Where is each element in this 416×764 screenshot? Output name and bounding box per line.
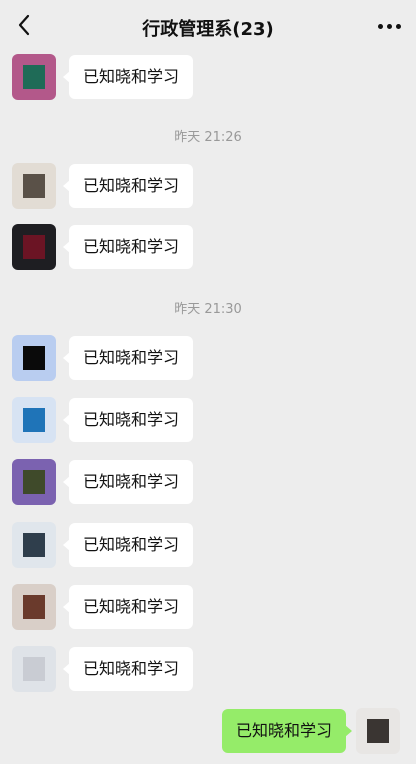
message-row: 已知晓和学习 <box>0 522 416 568</box>
message-row: 已知晓和学习 <box>0 335 416 381</box>
message-bubble[interactable]: 已知晓和学习 <box>62 398 194 442</box>
more-horizontal-icon <box>377 23 383 29</box>
message-row: 已知晓和学习 <box>0 708 416 754</box>
avatar[interactable] <box>12 224 56 270</box>
message-bubble[interactable]: 已知晓和学习 <box>62 523 194 567</box>
message-bubble[interactable]: 已知晓和学习 <box>62 55 194 99</box>
message-bubble[interactable]: 已知晓和学习 <box>62 336 194 380</box>
avatar[interactable] <box>12 646 56 692</box>
message-bubble[interactable]: 已知晓和学习 <box>62 647 194 691</box>
message-row: 已知晓和学习 <box>0 163 416 209</box>
message-row: 已知晓和学习 <box>0 397 416 443</box>
message-row: 已知晓和学习 <box>0 646 416 692</box>
timestamp: 昨天 21:30 <box>174 302 242 317</box>
message-bubble[interactable]: 已知晓和学习 <box>62 460 194 504</box>
avatar[interactable] <box>12 397 56 443</box>
avatar[interactable] <box>12 522 56 568</box>
chat-header: 行政管理系(23) <box>0 0 416 52</box>
message-bubble[interactable]: 已知晓和学习 <box>62 225 194 269</box>
chat-title: 行政管理系(23) <box>142 19 274 40</box>
message-row: 已知晓和学习 <box>0 584 416 630</box>
message-row: 已知晓和学习 <box>0 459 416 505</box>
more-button[interactable] <box>374 12 404 40</box>
avatar[interactable] <box>12 584 56 630</box>
avatar[interactable] <box>12 163 56 209</box>
avatar[interactable] <box>356 708 400 754</box>
message-bubble[interactable]: 已知晓和学习 <box>62 164 194 208</box>
avatar[interactable] <box>12 54 56 100</box>
timestamp: 昨天 21:26 <box>174 130 242 145</box>
message-bubble[interactable]: 已知晓和学习 <box>62 585 194 629</box>
avatar[interactable] <box>12 335 56 381</box>
message-row: 已知晓和学习 <box>0 54 416 100</box>
avatar[interactable] <box>12 459 56 505</box>
message-bubble[interactable]: 已知晓和学习 <box>221 709 353 753</box>
message-row: 已知晓和学习 <box>0 224 416 270</box>
